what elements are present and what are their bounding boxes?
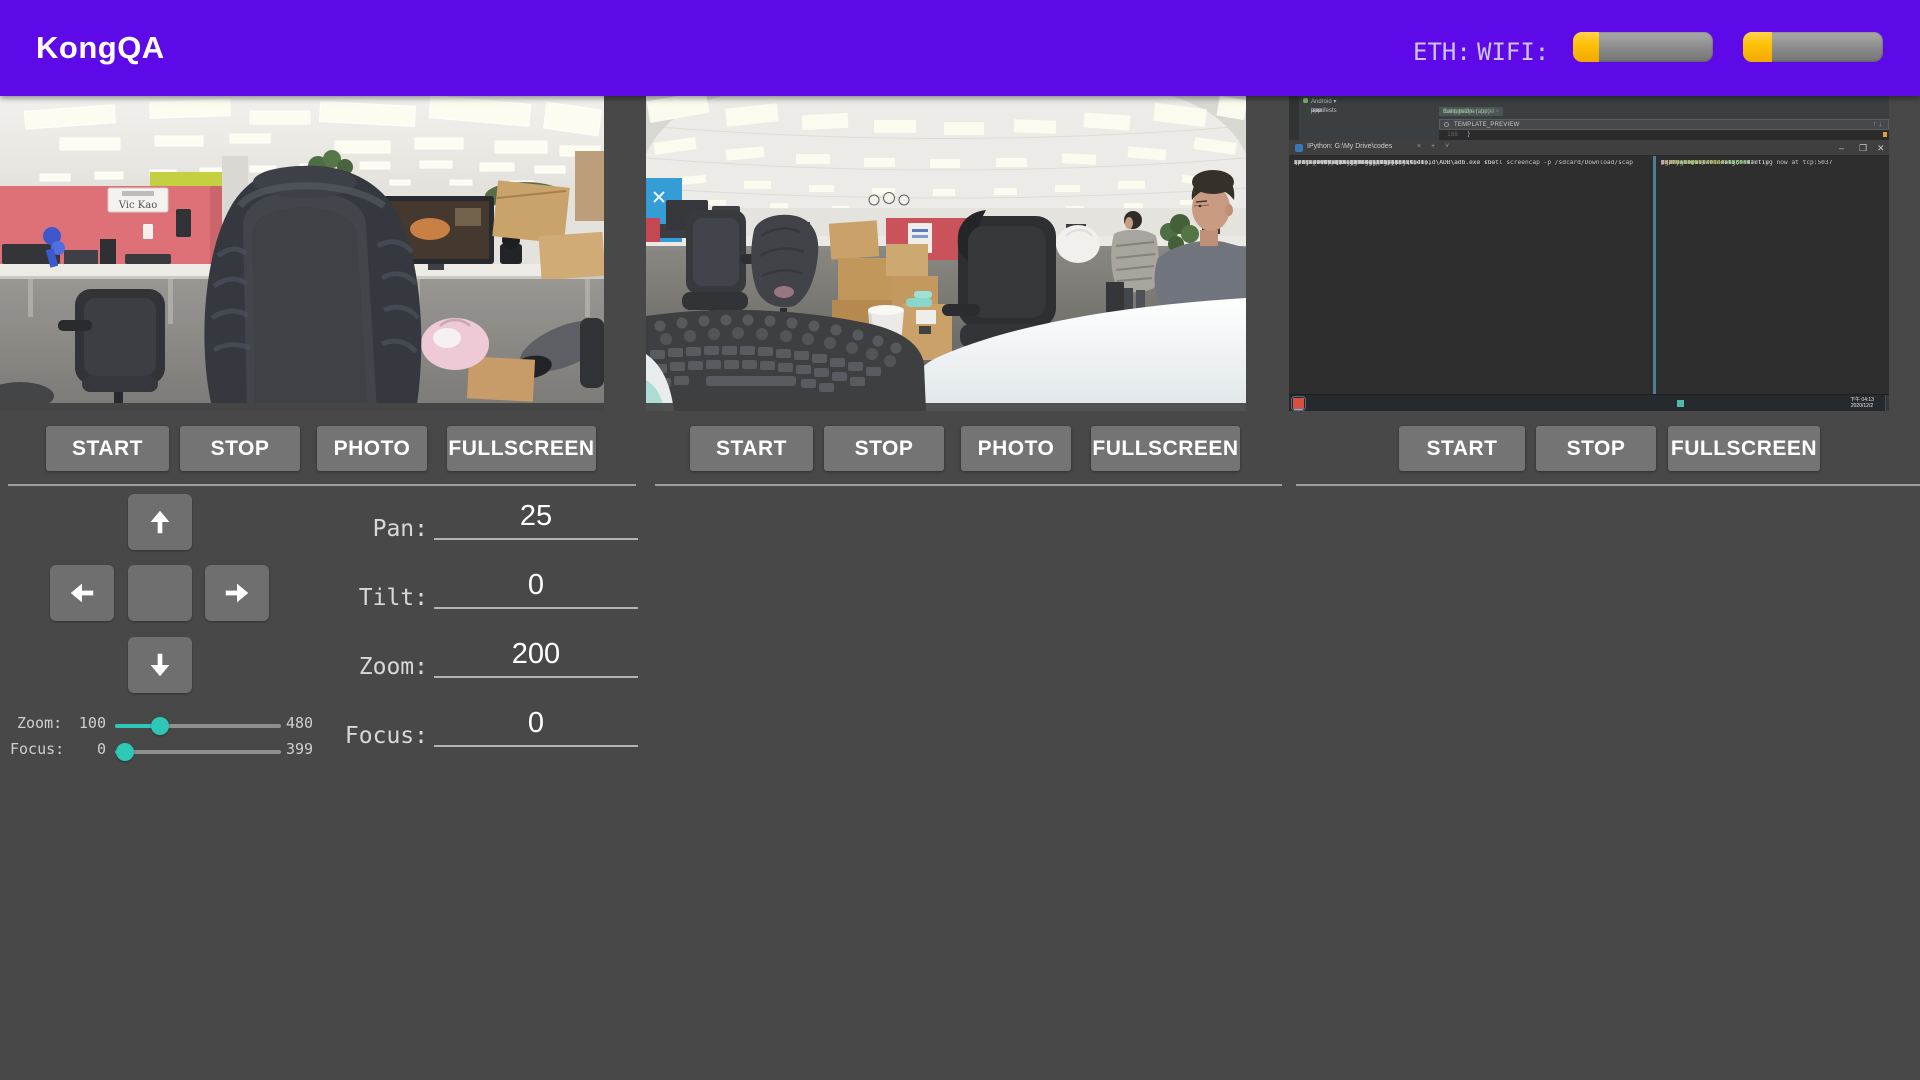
- tray-icon: [1677, 400, 1684, 407]
- studio-tab: build.gradle (app) ×: [1439, 107, 1499, 116]
- camera-1-image: Vic Kao: [0, 96, 604, 411]
- camera-3-fullscreen-button[interactable]: FULLSCREEN: [1668, 426, 1820, 471]
- zoom-input[interactable]: 200: [434, 638, 638, 678]
- camera-3-start-button[interactable]: START: [1399, 426, 1525, 471]
- pan-left-button[interactable]: [50, 565, 114, 621]
- focus-label: Focus:: [268, 723, 428, 749]
- camera-3-feed: Android ▾ appmanifestsjava AndroidManife…: [1289, 96, 1889, 411]
- pan-input[interactable]: 25: [434, 500, 638, 540]
- cam3-editor-strip: 188 }: [1439, 130, 1889, 140]
- camera-1-fullscreen-button[interactable]: FULLSCREEN: [447, 426, 596, 471]
- tab-close-icon: ×: [1417, 143, 1421, 150]
- ipython-icon: [1295, 144, 1303, 152]
- zoom-label: Zoom:: [268, 654, 428, 680]
- tilt-input[interactable]: 0: [434, 569, 638, 609]
- taskbar-icon: [1293, 398, 1304, 409]
- panel-1-divider: [8, 484, 636, 486]
- ptz-home-button[interactable]: [128, 565, 192, 621]
- arrow-up-icon: [145, 505, 175, 539]
- camera-1-stop-button[interactable]: STOP: [180, 426, 300, 471]
- zoom-slider-min: 100: [74, 714, 106, 732]
- cam3-search-bar: TEMPLATE_PREVIEW ↑ ↓: [1439, 119, 1889, 130]
- ipython-window-title: IPython: G:\My Drive\codes: [1307, 143, 1392, 150]
- search-icon: [1444, 122, 1449, 127]
- show-desktop-button: [1885, 395, 1889, 411]
- camera-2-stop-button[interactable]: STOP: [824, 426, 944, 471]
- app-bar: KongQA ETH: WIFI:: [0, 0, 1920, 96]
- panel-2-divider: [655, 484, 1282, 486]
- chevron-down-icon: ˅: [1445, 143, 1449, 150]
- cam3-editor-tabs: AndroidManifest.xml ×activity_main.xml ×…: [1439, 107, 1889, 119]
- eth-signal-bar: [1573, 32, 1713, 62]
- focus-slider-min: 0: [74, 740, 106, 758]
- eth-label: ETH:: [1413, 38, 1471, 66]
- scrollbar-marker: [1883, 132, 1887, 137]
- maximize-icon: ❐: [1859, 143, 1867, 154]
- arrow-down-icon: [145, 648, 175, 682]
- close-icon: ✕: [1877, 143, 1885, 154]
- camera-1-start-button[interactable]: START: [46, 426, 169, 471]
- cam3-project-panel: appmanifestsjava: [1299, 107, 1439, 140]
- focus-input[interactable]: 0: [434, 707, 638, 747]
- project-item: java: [1299, 107, 1322, 114]
- taskbar-clock: 下午 04:132020/12/2: [1845, 397, 1879, 409]
- cam3-ipython-pane: In [3]: k = RobotRun.kong.KongADB()ADBCm…: [1294, 160, 1650, 394]
- cam3-taskbar: 下午 04:132020/12/2: [1289, 394, 1889, 411]
- zoom-slider-label: Zoom:: [17, 714, 62, 732]
- camera-2-image: [646, 96, 1246, 411]
- tilt-down-button[interactable]: [128, 637, 192, 693]
- camera-3-stop-button[interactable]: STOP: [1536, 426, 1656, 471]
- pan-label: Pan:: [268, 516, 428, 542]
- zoom-slider-track[interactable]: [115, 724, 281, 728]
- new-tab-icon: +: [1431, 143, 1435, 150]
- focus-slider-label: Focus:: [10, 740, 64, 758]
- panel-3-divider: [1296, 484, 1920, 486]
- cam3-search-text: TEMPLATE_PREVIEW: [1454, 122, 1519, 128]
- focus-slider-track[interactable]: [115, 750, 281, 754]
- arrow-right-icon: [220, 578, 254, 608]
- pan-right-button[interactable]: [205, 565, 269, 621]
- focus-slider-thumb[interactable]: [116, 743, 134, 761]
- tilt-label: Tilt:: [268, 585, 428, 611]
- camera-2-start-button[interactable]: START: [690, 426, 813, 471]
- zoom-slider-thumb[interactable]: [151, 717, 169, 735]
- camera-2-fullscreen-button[interactable]: FULLSCREEN: [1091, 426, 1240, 471]
- wifi-signal-fill: [1743, 32, 1772, 62]
- camera-2-photo-button[interactable]: PHOTO: [961, 426, 1071, 471]
- kongqa-app: KongQA ETH: WIFI:: [0, 0, 1920, 1080]
- console-split-divider: [1653, 156, 1656, 394]
- camera-2-feed: [646, 96, 1246, 411]
- cam3-studio-left-rail: [1289, 96, 1299, 140]
- camera-1-photo-button[interactable]: PHOTO: [317, 426, 427, 471]
- cam3-console: In [3]: k = RobotRun.kong.KongADB()ADBCm…: [1289, 156, 1889, 394]
- search-nav-icons: ↑ ↓: [1873, 121, 1882, 128]
- cam3-studio-menu: Android ▾: [1303, 98, 1336, 105]
- cam3-msys-pane: zhuang11@66220934+6N8001 MSYS /g/My Driv…: [1661, 160, 1885, 394]
- minimize-icon: –: [1839, 143, 1844, 153]
- eth-signal-fill: [1573, 32, 1599, 62]
- tilt-up-button[interactable]: [128, 494, 192, 550]
- arrow-left-icon: [65, 578, 99, 608]
- wifi-label: WIFI:: [1477, 38, 1549, 66]
- cam3-ipython-titlebar: IPython: G:\My Drive\codes × + ˅ – ❐ ✕: [1289, 140, 1889, 156]
- wifi-signal-bar: [1743, 32, 1883, 62]
- camera-1-feed: Vic Kao: [0, 96, 604, 411]
- app-title: KongQA: [36, 30, 165, 66]
